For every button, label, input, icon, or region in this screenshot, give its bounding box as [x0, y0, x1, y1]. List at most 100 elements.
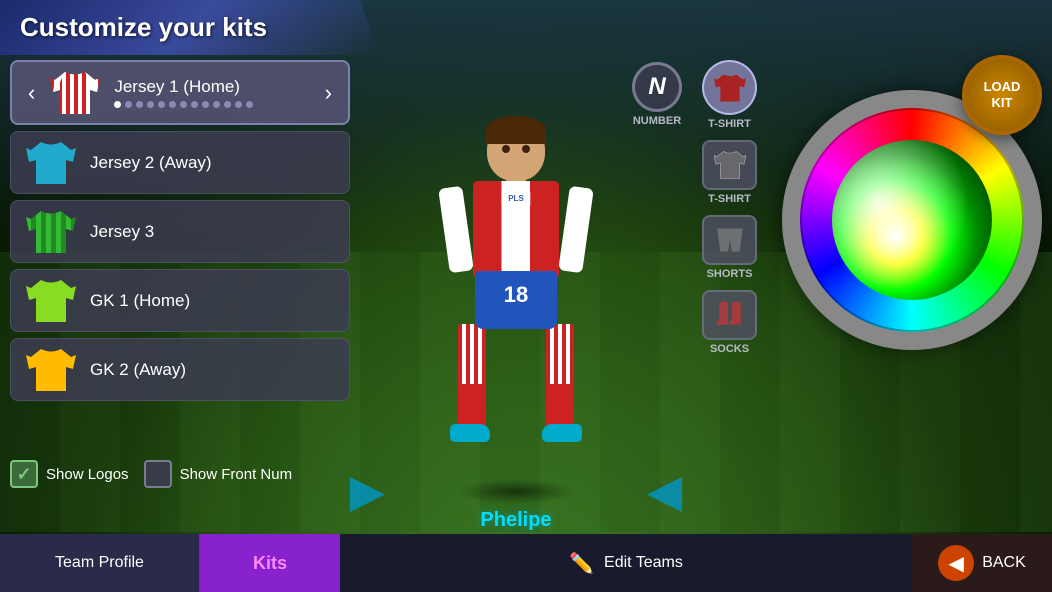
back-arrow-icon: ◀ — [949, 551, 964, 576]
jersey3-svg — [26, 211, 76, 253]
gk1-name: GK 1 (Home) — [90, 291, 190, 311]
dot-12 — [246, 101, 253, 108]
player-sock-left — [458, 384, 486, 429]
show-logos-checkbox[interactable]: ✓ Show Logos — [10, 460, 129, 488]
nav-edit-teams[interactable]: ✏️ Edit Teams — [340, 534, 912, 592]
kit-parts: T-SHIRT T-SHIRT SHORTS SOCKS — [702, 60, 757, 355]
jersey1-svg — [50, 72, 100, 114]
tshirt1-icon[interactable] — [702, 60, 757, 115]
checkbox-area: ✓ Show Logos Show Front Num — [10, 460, 292, 488]
shorts-svg — [714, 228, 746, 252]
player-logo: PLS — [501, 191, 531, 207]
kit-list: ‹ — [10, 60, 350, 407]
player-prev-arrow[interactable] — [350, 477, 385, 512]
gk2-icon — [23, 347, 78, 392]
jersey1-info: Jersey 1 (Home) — [114, 77, 312, 108]
player-sock-right — [546, 384, 574, 429]
color-wheel-inner — [832, 140, 992, 300]
number-selector[interactable]: N NUMBER — [632, 62, 682, 127]
number-circle[interactable]: N — [632, 62, 682, 112]
jersey1-name: Jersey 1 (Home) — [114, 77, 240, 97]
dot-7 — [191, 101, 198, 108]
dot-1 — [125, 101, 132, 108]
number-value: N — [648, 73, 665, 101]
edit-teams-icon: ✏️ — [569, 551, 594, 576]
load-kit-label-line1: LOAD — [984, 79, 1021, 95]
jersey3-icon — [23, 209, 78, 254]
back-circle[interactable]: ◀ — [938, 545, 974, 581]
kit-item-gk1[interactable]: GK 1 (Home) — [10, 269, 350, 332]
kit-item-jersey2[interactable]: Jersey 2 (Away) — [10, 131, 350, 194]
shorts-icon[interactable] — [702, 215, 757, 265]
nav-team-profile[interactable]: Team Profile — [0, 534, 200, 592]
dot-6 — [180, 101, 187, 108]
gk1-icon — [23, 278, 78, 323]
tshirt2-svg — [714, 151, 746, 179]
load-kit-button[interactable]: LOAD KIT — [962, 55, 1042, 135]
player-name: Phelipe — [480, 509, 551, 532]
number-label: NUMBER — [633, 115, 681, 127]
player-shoe-right — [542, 424, 582, 442]
gk2-name: GK 2 (Away) — [90, 360, 186, 380]
nav-edit-teams-label: Edit Teams — [604, 554, 683, 572]
kit-part-shorts[interactable]: SHORTS — [702, 215, 757, 280]
kit-part-tshirt2[interactable]: T-SHIRT — [702, 140, 757, 205]
gk1-svg — [26, 280, 76, 322]
jersey2-name: Jersey 2 (Away) — [90, 153, 212, 173]
tshirt2-label: T-SHIRT — [708, 193, 751, 205]
gk2-svg — [26, 349, 76, 391]
jersey2-icon — [23, 140, 78, 185]
nav-kits[interactable]: Kits — [200, 534, 340, 592]
dot-4 — [158, 101, 165, 108]
shorts-label: SHORTS — [707, 268, 753, 280]
player-nav — [330, 477, 702, 512]
player-arm-right — [558, 186, 594, 274]
title-bar: Customize your kits — [0, 0, 380, 55]
dot-0 — [114, 101, 121, 108]
nav-back[interactable]: ◀ BACK — [912, 534, 1052, 592]
socks-label: SOCKS — [710, 343, 749, 355]
dot-5 — [169, 101, 176, 108]
jersey3-name: Jersey 3 — [90, 222, 154, 242]
show-front-num-checkbox[interactable]: Show Front Num — [144, 460, 293, 488]
tshirt1-svg — [714, 74, 746, 102]
show-logos-check: ✓ — [16, 464, 31, 485]
show-front-num-box[interactable] — [144, 460, 172, 488]
show-logos-box[interactable]: ✓ — [10, 460, 38, 488]
tshirt2-icon[interactable] — [702, 140, 757, 190]
kit-dots — [114, 101, 312, 108]
player-face — [496, 139, 536, 159]
player-leg-left-upper — [458, 324, 486, 389]
kit-next-arrow[interactable]: › — [321, 80, 336, 106]
kit-item-gk2[interactable]: GK 2 (Away) — [10, 338, 350, 401]
kit-part-socks[interactable]: SOCKS — [702, 290, 757, 355]
nav-kits-label: Kits — [253, 553, 287, 574]
dot-9 — [213, 101, 220, 108]
dot-11 — [235, 101, 242, 108]
player-leg-right-upper — [546, 324, 574, 389]
player-arm-left — [438, 186, 474, 274]
color-wheel-overlay — [832, 140, 992, 300]
kit-part-tshirt1[interactable]: T-SHIRT — [702, 60, 757, 130]
socks-icon[interactable] — [702, 290, 757, 340]
jersey2-svg — [26, 142, 76, 184]
socks-svg — [714, 301, 746, 329]
jersey1-row: Jersey 1 (Home) — [114, 77, 312, 97]
player-shoe-left — [450, 424, 490, 442]
player-number: 18 — [496, 282, 536, 308]
player-next-arrow[interactable] — [647, 477, 682, 512]
show-logos-label: Show Logos — [46, 466, 129, 483]
dot-2 — [136, 101, 143, 108]
page-title: Customize your kits — [20, 12, 267, 43]
player-figure: PLS 18 — [436, 119, 596, 479]
nav-team-profile-label: Team Profile — [55, 554, 144, 572]
show-front-num-label: Show Front Num — [180, 466, 293, 483]
kit-item-jersey3[interactable]: Jersey 3 — [10, 200, 350, 263]
dot-3 — [147, 101, 154, 108]
kit-prev-arrow[interactable]: ‹ — [24, 80, 39, 106]
kit-item-jersey1[interactable]: ‹ — [10, 60, 350, 125]
bottom-nav: Team Profile Kits ✏️ Edit Teams ◀ BACK — [0, 534, 1052, 592]
load-kit-label-line2: KIT — [992, 95, 1013, 111]
dot-8 — [202, 101, 209, 108]
jersey1-icon — [47, 70, 102, 115]
